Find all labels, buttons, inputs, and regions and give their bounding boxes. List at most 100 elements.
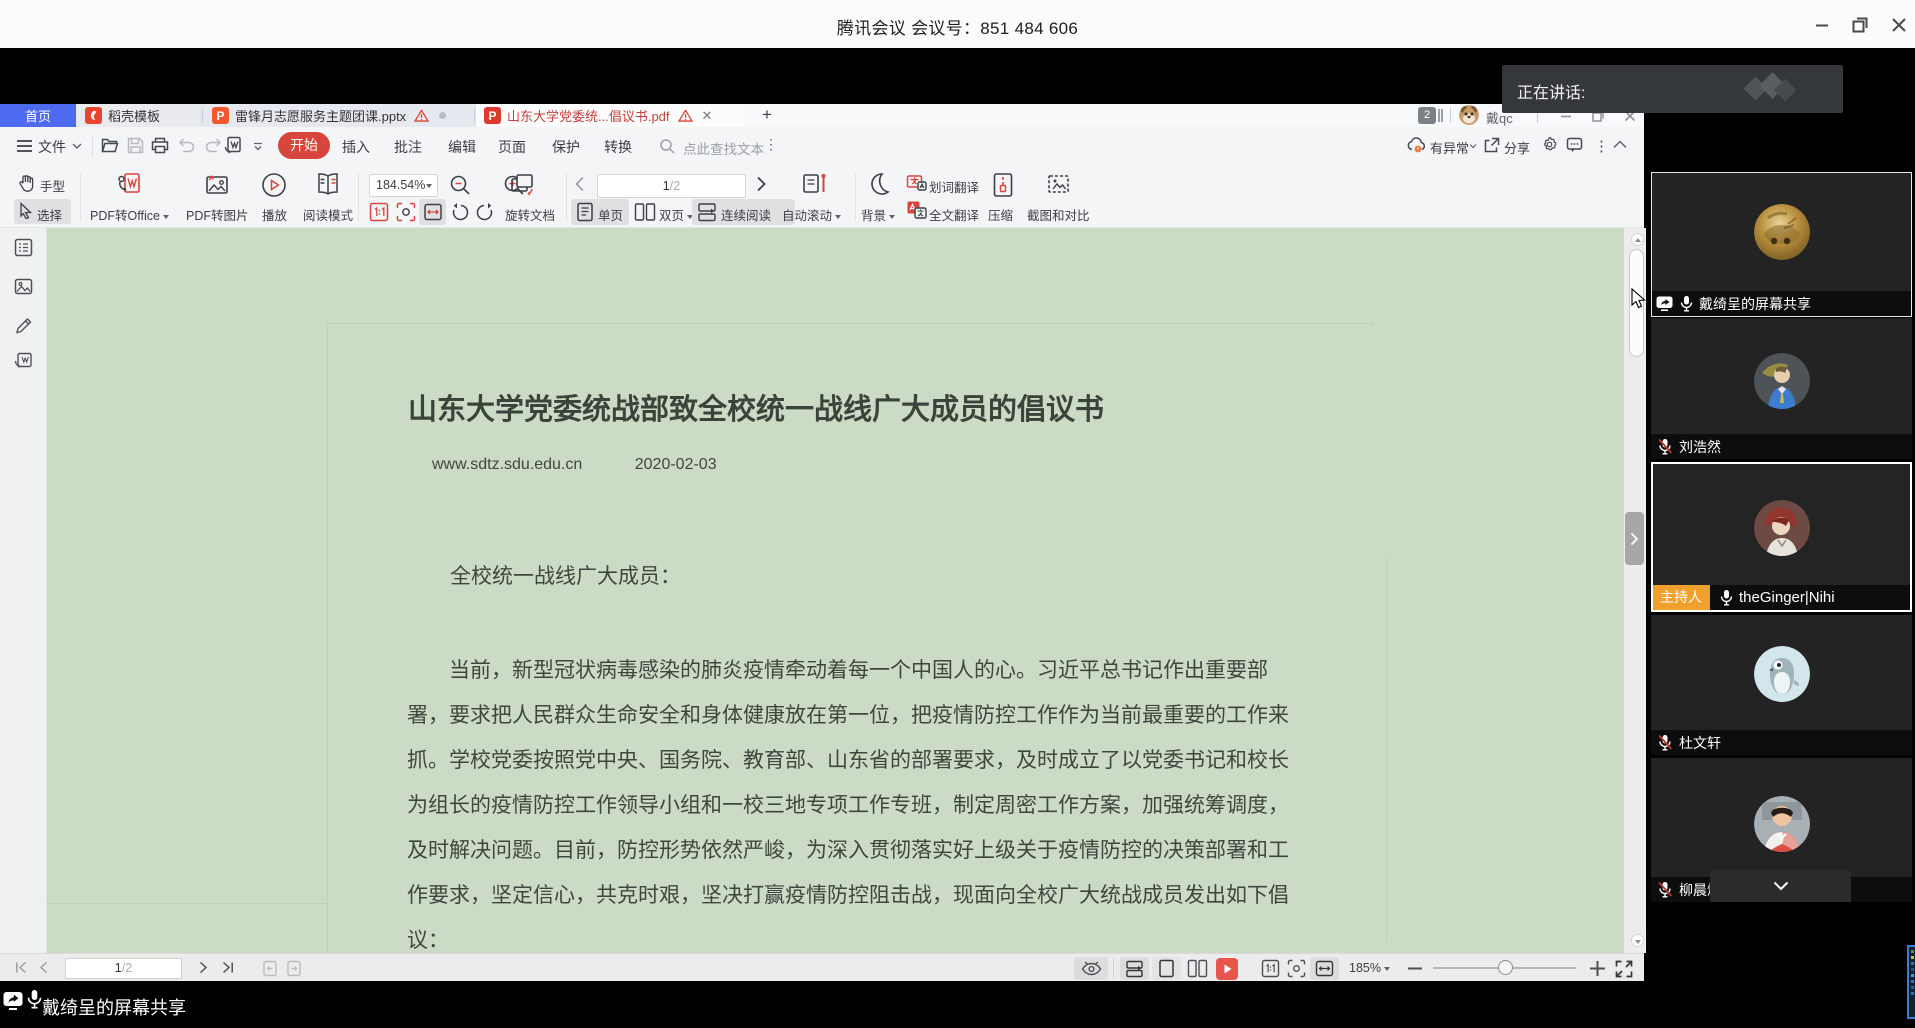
reading-mode-label[interactable]: 阅读模式 [303,205,353,224]
menu-convert[interactable]: 转换 [604,137,632,157]
menu-file[interactable]: 文件 [38,137,66,157]
participant-tile-screen-share[interactable]: 戴绮呈的屏幕共享 [1651,172,1912,317]
zoom-slider-knob[interactable] [1498,960,1513,975]
ribbon-page-input[interactable]: 1/2 [597,174,746,198]
rotate-document-icon[interactable] [508,172,538,198]
participant-tile-host-active[interactable]: 主持人 theGinger|Nihi [1651,462,1912,612]
new-tab-button[interactable]: + [752,104,782,127]
pdf-to-office-label[interactable]: PDF转Office [90,205,169,224]
meeting-restore-button[interactable] [1851,16,1869,34]
full-translate-label[interactable]: 全文翻译 [929,205,979,224]
tab-docer-templates[interactable]: 稻壳模板 [77,104,200,127]
save-icon[interactable] [127,137,144,154]
play-label[interactable]: 播放 [262,205,287,224]
search-more-icon[interactable]: ⋮ [764,136,778,153]
tab-pdf-document-active[interactable]: P 山东大学党委统...倡议书.pdf ✕ [476,104,744,127]
fit-page-icon[interactable] [396,202,416,222]
collapse-panel-handle[interactable] [1625,512,1644,565]
document-vscrollbar[interactable] [1624,228,1646,953]
more-vdots-icon[interactable]: ⋮ [1594,137,1609,155]
settings-gear-icon[interactable] [1541,136,1558,153]
rotate-document-label[interactable]: 旋转文档 [505,205,555,224]
export-office-icon[interactable] [224,136,244,155]
status-page-input[interactable]: 1/2 [65,958,182,979]
pdf-tab-close-icon[interactable]: ✕ [702,108,713,124]
collapse-ribbon-icon[interactable] [1613,140,1627,149]
menu-start-tab[interactable]: 开始 [278,132,330,159]
next-view-icon[interactable] [286,960,302,977]
tab-home[interactable]: 首页 [0,104,76,127]
auto-scroll-label[interactable]: 自动滚动 [782,205,841,224]
sync-caret-icon[interactable] [1469,143,1477,149]
double-view-icon[interactable] [1187,959,1208,978]
compress-label[interactable]: 压缩 [988,205,1013,224]
compress-icon[interactable] [992,172,1014,198]
scroll-up-button[interactable] [1631,233,1644,246]
zoom-plus-icon[interactable] [1590,961,1605,976]
pdf-to-image-label[interactable]: PDF转图片 [186,205,249,224]
double-page-label[interactable]: 双页 [659,205,693,224]
print-icon[interactable] [151,137,169,154]
prev-page-icon[interactable] [574,176,585,192]
menu-page[interactable]: 页面 [498,137,526,157]
full-translate-icon[interactable] [906,200,927,220]
search-input[interactable]: 点此查找文本 [683,138,764,158]
comment-bubble-icon[interactable] [1566,137,1583,153]
menu-insert[interactable]: 插入 [342,137,370,157]
outline-panel-icon[interactable] [14,238,33,257]
participant-tile[interactable]: 刘浩然 [1651,318,1912,459]
prev-view-icon[interactable] [262,960,278,977]
word-translate-label[interactable]: 划词翻译 [929,177,979,196]
undo-icon[interactable] [178,138,195,153]
pdf-document-area[interactable]: 山东大学党委统战部致全校统一战线广大成员的倡议书 www.sdtz.sdu.ed… [47,228,1624,953]
share-icon[interactable] [1483,136,1501,154]
prev-page-status-icon[interactable] [39,961,48,974]
actual-size-icon[interactable] [369,202,389,222]
pdf-to-office-icon[interactable] [116,172,144,198]
background-label[interactable]: 背景 [861,205,895,224]
pdf-to-image-icon[interactable] [204,173,230,197]
export-panel-icon[interactable] [14,352,33,371]
zoom-out-icon[interactable] [449,174,471,196]
menu-protect[interactable]: 保护 [552,137,580,157]
open-file-icon[interactable] [101,137,119,154]
tab-pptx-document[interactable]: P 雷锋月志愿服务主题团课.pptx [204,104,474,127]
reading-mode-icon[interactable] [314,172,342,198]
cloud-sync-warning-icon[interactable] [1407,136,1427,153]
images-panel-icon[interactable] [14,277,33,296]
redo-icon[interactable] [205,138,222,153]
wps-user-avatar[interactable] [1459,105,1479,125]
scroll-down-button[interactable] [1631,934,1644,947]
meeting-close-button[interactable] [1890,16,1908,34]
share-label[interactable]: 分享 [1504,138,1530,157]
status-actual-size-icon[interactable] [1261,959,1280,978]
fullscreen-icon[interactable] [1615,960,1633,978]
next-page-status-icon[interactable] [199,961,208,974]
menu-edit[interactable]: 编辑 [448,137,476,157]
play-slideshow-button[interactable] [1216,958,1238,980]
screenshot-compare-icon[interactable] [1045,172,1072,197]
screenshot-compare-label[interactable]: 截图和对比 [1027,205,1090,224]
file-chevron-down-icon[interactable] [72,142,82,150]
quickbar-chevron-icon[interactable] [252,142,264,151]
word-translate-icon[interactable] [906,173,927,193]
menu-annotate[interactable]: 批注 [394,137,422,157]
meeting-minimize-button[interactable] [1813,16,1831,34]
sync-status-label[interactable]: 有异常 [1430,138,1469,157]
play-icon[interactable] [261,172,287,198]
auto-scroll-icon[interactable] [801,171,829,198]
sign-panel-icon[interactable] [14,316,33,335]
double-page-icon[interactable] [634,202,656,222]
rotate-left-icon[interactable] [449,202,470,223]
document-count-badge[interactable]: 2 [1418,107,1436,124]
zoom-minus-icon[interactable] [1408,967,1422,970]
search-icon[interactable] [659,138,675,154]
collapse-tiles-button[interactable] [1710,870,1851,902]
hand-tool-icon[interactable] [18,174,35,192]
status-zoom-value[interactable]: 185% [1349,961,1390,975]
last-page-icon[interactable] [222,961,234,974]
hamburger-menu-icon[interactable] [16,139,33,153]
zoom-value-box[interactable]: 184.54% [369,174,438,197]
rotate-right-icon[interactable] [475,202,496,223]
first-page-icon[interactable] [15,961,27,974]
